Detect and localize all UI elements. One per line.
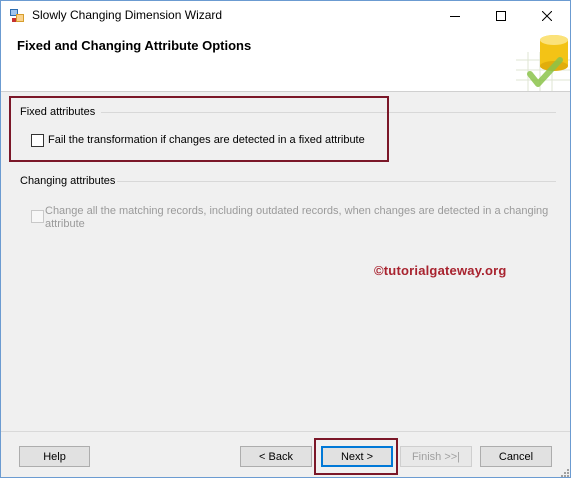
maximize-button[interactable] — [478, 1, 524, 30]
wizard-banner-graphic — [508, 30, 570, 91]
change-all-label-line1: Change all the matching records, includi… — [45, 205, 549, 217]
finish-button[interactable]: Finish >>| — [400, 446, 472, 467]
title-bar[interactable]: Slowly Changing Dimension Wizard — [1, 1, 570, 30]
change-all-matching-records-label: Change all the matching records, includi… — [45, 205, 550, 231]
fixed-attributes-highlight-box — [9, 96, 389, 162]
wizard-footer: Help < Back Next > Finish >>| Cancel — [1, 431, 570, 477]
next-button-highlight-box — [314, 438, 398, 475]
minimize-button[interactable] — [432, 1, 478, 30]
change-all-label-line2: attribute — [45, 218, 85, 230]
close-icon — [542, 10, 552, 21]
help-button[interactable]: Help — [19, 446, 90, 467]
wizard-header: Fixed and Changing Attribute Options — [1, 30, 570, 92]
resize-grip-icon[interactable] — [559, 467, 569, 477]
changing-attributes-divider — [117, 181, 556, 182]
ssis-app-icon — [10, 9, 24, 22]
watermark: ©tutorialgateway.org — [374, 263, 507, 278]
page-title: Fixed and Changing Attribute Options — [17, 38, 252, 53]
close-button[interactable] — [524, 1, 570, 30]
change-all-matching-records-checkbox[interactable] — [31, 210, 44, 223]
wizard-window: Slowly Changing Dimension Wizard Fixed a… — [0, 0, 571, 478]
back-button[interactable]: < Back — [240, 446, 312, 467]
minimize-icon — [450, 15, 460, 17]
cancel-button[interactable]: Cancel — [480, 446, 552, 467]
window-title: Slowly Changing Dimension Wizard — [32, 8, 223, 22]
changing-attributes-group-label: Changing attributes — [20, 175, 116, 187]
maximize-icon — [496, 10, 506, 21]
